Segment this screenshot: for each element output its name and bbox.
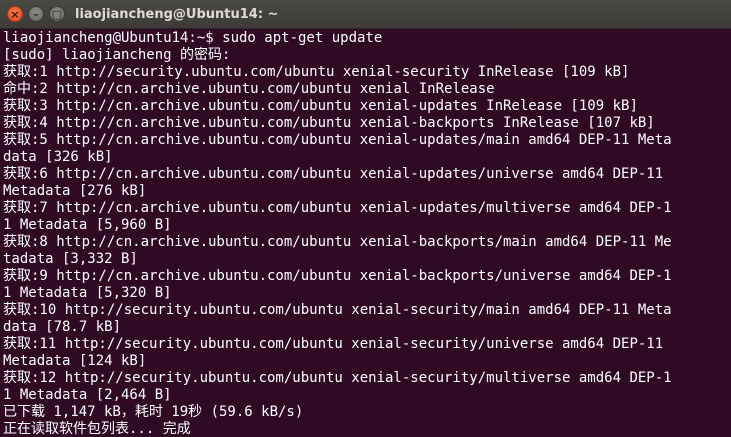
- terminal-line: 获取:12 http://security.ubuntu.com/ubuntu …: [3, 370, 672, 386]
- terminal-line: 获取:4 http://cn.archive.ubuntu.com/ubuntu…: [3, 115, 655, 131]
- terminal-line: 获取:8 http://cn.archive.ubuntu.com/ubuntu…: [3, 234, 672, 250]
- terminal-line: 获取:11 http://security.ubuntu.com/ubuntu …: [3, 336, 664, 352]
- title-bar[interactable]: × – □ liaojiancheng@Ubuntu14: ~: [0, 0, 731, 29]
- terminal-line: 获取:3 http://cn.archive.ubuntu.com/ubuntu…: [3, 98, 638, 114]
- terminal-line: [sudo] liaojiancheng 的密码:: [3, 47, 231, 63]
- terminal-line: 正在读取软件包列表... 完成: [3, 421, 191, 437]
- terminal-output[interactable]: liaojiancheng@Ubuntu14:~$ sudo apt-get u…: [0, 29, 731, 437]
- terminal-line: 1 Metadata [5,320 B]: [3, 285, 172, 301]
- terminal-line: Metadata [124 kB]: [3, 353, 147, 369]
- minimize-button[interactable]: –: [28, 6, 44, 22]
- terminal-line: 已下载 1,147 kB，耗时 19秒 (59.6 kB/s): [3, 404, 304, 420]
- terminal-line: 获取:9 http://cn.archive.ubuntu.com/ubuntu…: [3, 268, 672, 284]
- terminal-line: Metadata [276 kB]: [3, 183, 147, 199]
- terminal-line: 获取:7 http://cn.archive.ubuntu.com/ubuntu…: [3, 200, 672, 216]
- terminal-line: 1 Metadata [2,464 B]: [3, 387, 172, 403]
- close-button[interactable]: ×: [7, 6, 23, 22]
- terminal-line: data [78.7 kB]: [3, 319, 122, 335]
- minimize-icon: –: [33, 7, 39, 21]
- terminal-line: 获取:1 http://security.ubuntu.com/ubuntu x…: [3, 64, 630, 80]
- terminal-line: 获取:5 http://cn.archive.ubuntu.com/ubuntu…: [3, 132, 672, 148]
- terminal-line: 获取:10 http://security.ubuntu.com/ubuntu …: [3, 302, 672, 318]
- terminal-window: × – □ liaojiancheng@Ubuntu14: ~ liaojian…: [0, 0, 731, 437]
- terminal-line: 命中:2 http://cn.archive.ubuntu.com/ubuntu…: [3, 81, 495, 97]
- terminal-line: tadata [3,332 B]: [3, 251, 138, 267]
- terminal-line: 1 Metadata [5,960 B]: [3, 217, 172, 233]
- terminal-line: liaojiancheng@Ubuntu14:~$ sudo apt-get u…: [3, 30, 383, 46]
- close-icon: ×: [10, 7, 20, 21]
- maximize-icon: □: [51, 7, 63, 21]
- terminal-line: 获取:6 http://cn.archive.ubuntu.com/ubuntu…: [3, 166, 664, 182]
- window-title: liaojiancheng@Ubuntu14: ~: [75, 7, 279, 22]
- maximize-button[interactable]: □: [49, 6, 65, 22]
- terminal-line: data [326 kB]: [3, 149, 113, 165]
